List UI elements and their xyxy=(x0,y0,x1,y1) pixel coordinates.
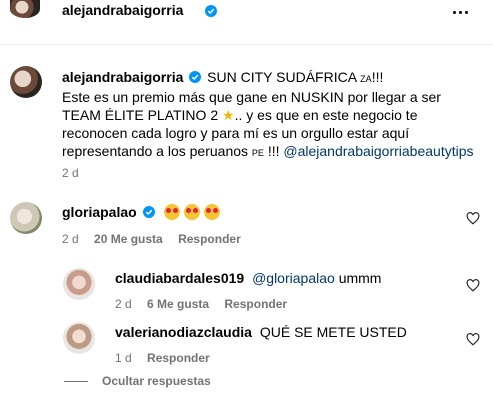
caption-exclaim-2: !!! xyxy=(267,143,280,159)
comment-time[interactable]: 1 d xyxy=(115,351,132,365)
like-heart-icon[interactable] xyxy=(466,212,480,225)
header-username[interactable]: alejandrabaigorria xyxy=(62,2,183,18)
more-options-icon[interactable] xyxy=(453,7,475,17)
commenter-avatar[interactable] xyxy=(63,322,95,354)
verified-badge-icon xyxy=(142,206,155,218)
comment-claudiabardales019: claudiabardales019 @gloriapalao ummm xyxy=(115,269,381,287)
caption-text: alejandrabaigorria SUN CITY SUDÁFRICA ZA… xyxy=(62,68,482,162)
verified-badge-icon xyxy=(189,71,202,83)
caption-author-avatar[interactable] xyxy=(10,66,42,98)
caption-username[interactable]: alejandrabaigorria xyxy=(62,69,183,85)
author-avatar[interactable] xyxy=(10,0,40,18)
hide-replies-label: Ocultar respuestas xyxy=(102,374,211,388)
commenter-avatar[interactable] xyxy=(10,202,42,234)
reply-button[interactable]: Responder xyxy=(178,232,241,246)
comment-username[interactable]: claudiabardales019 xyxy=(115,270,244,286)
star-emoji-icon: ★ xyxy=(222,107,235,123)
heart-eyes-emoji-icon xyxy=(204,204,221,220)
comment-body: QUÉ SE METE USTED xyxy=(259,324,407,340)
header-divider xyxy=(0,44,493,45)
comment-time[interactable]: 2 d xyxy=(62,232,79,246)
caption-time[interactable]: 2 d xyxy=(62,166,79,180)
comment-likes[interactable]: 20 Me gusta xyxy=(94,232,163,246)
comment-meta: 2 d 6 Me gusta Responder xyxy=(115,297,287,311)
reply-button[interactable]: Responder xyxy=(224,297,287,311)
comment-time[interactable]: 2 d xyxy=(115,297,132,311)
heart-eyes-emoji-icon xyxy=(164,204,181,220)
commenter-avatar[interactable] xyxy=(63,268,95,300)
comment-likes[interactable]: 6 Me gusta xyxy=(147,297,209,311)
caption-headline: SUN CITY SUDÁFRICA xyxy=(207,69,357,85)
comment-mention-link[interactable]: @gloriapalao xyxy=(252,270,335,286)
like-heart-icon[interactable] xyxy=(466,333,480,346)
caption-exclaim: !!! xyxy=(371,69,384,85)
comment-username[interactable]: gloriapalao xyxy=(62,204,137,220)
comment-meta: 2 d 20 Me gusta Responder xyxy=(62,232,241,246)
post-header: alejandrabaigorria xyxy=(0,0,493,30)
hide-replies-button[interactable]: Ocultar respuestas xyxy=(64,374,211,388)
comment-username[interactable]: valerianodiazclaudia xyxy=(115,324,252,340)
caption-mention-link[interactable]: @alejandrabaigorriabeautytips xyxy=(283,143,473,159)
comment-valerianodiazclaudia: valerianodiazclaudia QUÉ SE METE USTED xyxy=(115,323,407,341)
flag-pe-icon: PE xyxy=(251,148,264,158)
heart-eyes-emoji-icon xyxy=(184,204,201,220)
reply-button[interactable]: Responder xyxy=(147,351,210,365)
hide-replies-line xyxy=(64,380,88,382)
like-heart-icon[interactable] xyxy=(466,279,480,292)
comment-meta: 1 d Responder xyxy=(115,351,210,365)
comment-gloriapalao: gloriapalao xyxy=(62,203,224,221)
comment-body: ummm xyxy=(338,270,382,286)
flag-za-icon: ZA xyxy=(360,74,372,84)
verified-badge-icon xyxy=(205,5,217,17)
